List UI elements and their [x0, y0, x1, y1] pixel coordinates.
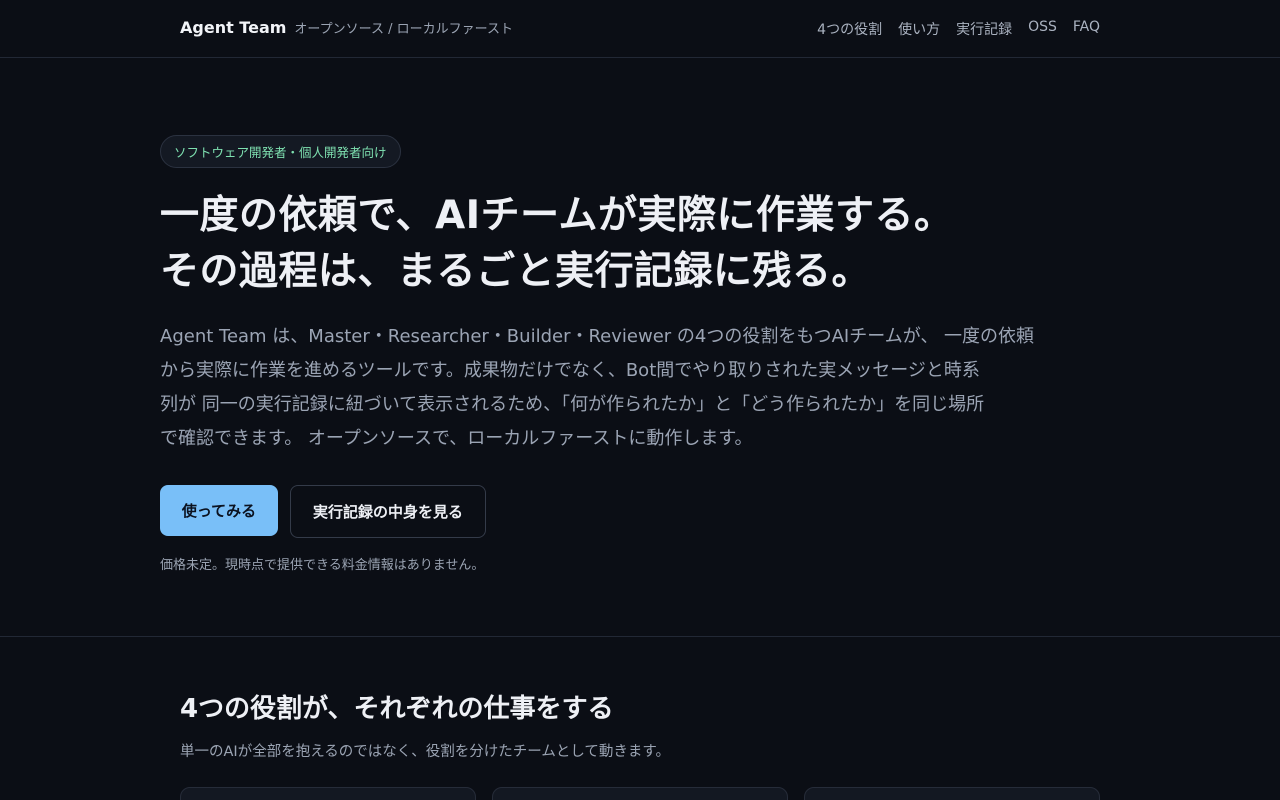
nav-link-records[interactable]: 実行記録: [956, 19, 1012, 39]
hero-description-line-4: で確認できます。 オープンソースで、ローカルファーストに動作します。: [160, 428, 753, 449]
nav-link-oss[interactable]: OSS: [1028, 19, 1057, 39]
brand[interactable]: Agent Team オープンソース / ローカルファースト: [180, 18, 513, 37]
role-card: [180, 787, 476, 800]
hero-description-line-2: から実際に作業を進めるツールです。成果物だけでなく、Bot間でやり取りされた実メ…: [160, 360, 980, 381]
audience-badge: ソフトウェア開発者・個人開発者向け: [160, 135, 401, 168]
hero-title-line-2: その過程は、まるごと実行記録に残る。: [160, 249, 872, 294]
main-nav: 4つの役割 使い方 実行記録 OSS FAQ: [817, 19, 1100, 39]
hero-description-line-1: Agent Team は、Master・Researcher・Builder・R…: [160, 326, 1035, 347]
hero-section: ソフトウェア開発者・個人開発者向け 一度の依頼で、AIチームが実際に作業する。 …: [0, 58, 1280, 637]
roles-subtitle: 単一のAIが全部を抱えるのではなく、役割を分けたチームとして動きます。: [180, 744, 670, 760]
hero-title: 一度の依頼で、AIチームが実際に作業する。 その過程は、まるごと実行記録に残る。: [160, 188, 1140, 300]
roles-title: 4つの役割が、それぞれの仕事をする: [180, 694, 614, 724]
roles-section: 4つの役割が、それぞれの仕事をする 単一のAIが全部を抱えるのではなく、役割を分…: [0, 637, 1280, 800]
hero-title-line-1: 一度の依頼で、AIチームが実際に作業する。: [160, 193, 954, 238]
nav-link-faq[interactable]: FAQ: [1073, 19, 1100, 39]
cta-row: 使ってみる 実行記録の中身を見る: [160, 485, 486, 538]
nav-link-roles[interactable]: 4つの役割: [817, 19, 882, 39]
nav-link-usage[interactable]: 使い方: [898, 19, 940, 39]
role-card: [492, 787, 788, 800]
brand-name[interactable]: Agent Team: [180, 18, 286, 37]
try-it-button[interactable]: 使ってみる: [160, 485, 278, 536]
hero-description: Agent Team は、Master・Researcher・Builder・R…: [160, 320, 1040, 456]
site-header: Agent Team オープンソース / ローカルファースト 4つの役割 使い方…: [0, 0, 1280, 58]
hero-description-line-3: 列が 同一の実行記録に紐づいて表示されるため、「何が作られたか」と「どう作られた…: [160, 394, 985, 415]
view-records-button[interactable]: 実行記録の中身を見る: [290, 485, 486, 538]
role-card: [804, 787, 1100, 800]
brand-tagline: オープンソース / ローカルファースト: [294, 22, 513, 37]
price-note: 価格未定。現時点で提供できる料金情報はありません。: [160, 558, 485, 573]
